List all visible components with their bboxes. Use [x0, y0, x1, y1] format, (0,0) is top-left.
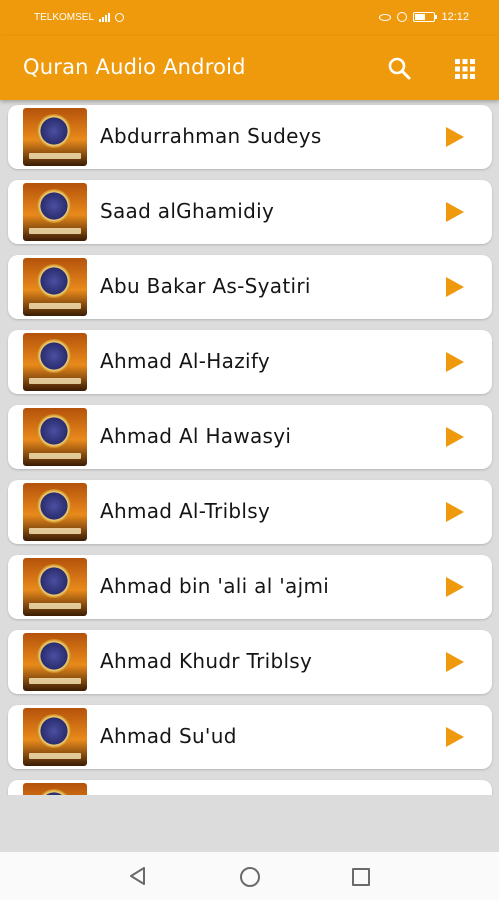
reciter-name: Saad alGhamidiy — [100, 199, 275, 223]
carrier-label: TELKOMSEL — [34, 12, 95, 23]
quran-thumbnail-icon — [23, 258, 87, 316]
grid-icon — [455, 59, 475, 79]
reciter-name: Ahmad Khudr Triblsy — [100, 649, 313, 673]
recents-square-icon[interactable] — [352, 868, 370, 886]
reciter-name: Abu Bakar As-Syatiri — [100, 274, 311, 298]
system-nav-bar — [0, 852, 499, 900]
reciter-item[interactable]: Abdurrahman Sudeys — [8, 105, 492, 169]
reciter-item[interactable]: Ahmad Khudr Triblsy — [8, 630, 492, 694]
grid-menu-button[interactable] — [452, 56, 478, 82]
reciter-item[interactable]: Ahmad Su'ud — [8, 705, 492, 769]
play-icon[interactable] — [446, 502, 464, 522]
search-button[interactable] — [386, 56, 412, 82]
reciter-name: Ahmad Al Hawasyi — [100, 424, 292, 448]
quran-thumbnail-icon — [23, 108, 87, 166]
home-circle-icon[interactable] — [240, 867, 260, 887]
alarm-icon — [397, 12, 408, 22]
reciter-name: Ahmad Su'ud — [100, 724, 237, 748]
status-left: TELKOMSEL — [34, 12, 125, 23]
play-icon[interactable] — [446, 202, 464, 222]
reciter-name: Ahmad bin 'ali al 'ajmi — [100, 574, 330, 598]
reciter-list[interactable]: Abdurrahman Sudeys Saad alGhamidiy Abu B… — [0, 100, 499, 795]
reciter-item[interactable]: Ahmad Al-Triblsy — [8, 480, 492, 544]
quran-thumbnail-icon — [23, 633, 87, 691]
quran-thumbnail-icon — [23, 483, 87, 541]
play-icon[interactable] — [446, 652, 464, 672]
status-time: 12:12 — [441, 11, 469, 23]
play-icon[interactable] — [446, 427, 464, 447]
reciter-item[interactable] — [8, 780, 492, 795]
list-footer-space — [0, 795, 499, 852]
signal-icon — [99, 13, 111, 22]
play-icon[interactable] — [446, 127, 464, 147]
quran-thumbnail-icon — [23, 333, 87, 391]
reciter-item[interactable]: Ahmad Al-Hazify — [8, 330, 492, 394]
quran-thumbnail-icon — [23, 183, 87, 241]
play-icon[interactable] — [446, 352, 464, 372]
eye-icon — [379, 13, 392, 21]
reciter-item[interactable]: Ahmad bin 'ali al 'ajmi — [8, 555, 492, 619]
play-icon[interactable] — [446, 727, 464, 747]
status-right: 12:12 — [379, 11, 469, 23]
search-icon — [388, 57, 411, 80]
whatsapp-icon — [115, 13, 125, 22]
back-triangle-icon[interactable] — [128, 866, 148, 886]
battery-icon — [413, 12, 438, 22]
quran-thumbnail-icon — [23, 708, 87, 766]
play-icon[interactable] — [446, 277, 464, 297]
quran-thumbnail-icon — [23, 558, 87, 616]
reciter-item[interactable]: Abu Bakar As-Syatiri — [8, 255, 492, 319]
play-icon[interactable] — [446, 577, 464, 597]
app-title: Quran Audio Android — [23, 55, 246, 79]
app-bar: Quran Audio Android — [0, 36, 499, 100]
quran-thumbnail-icon — [23, 408, 87, 466]
quran-thumbnail-icon — [23, 783, 87, 795]
reciter-item[interactable]: Saad alGhamidiy — [8, 180, 492, 244]
status-bar: TELKOMSEL 12:12 — [0, 0, 499, 36]
reciter-name: Ahmad Al-Triblsy — [100, 499, 271, 523]
reciter-item[interactable]: Ahmad Al Hawasyi — [8, 405, 492, 469]
reciter-name: Ahmad Al-Hazify — [100, 349, 270, 373]
reciter-name: Abdurrahman Sudeys — [100, 124, 322, 148]
